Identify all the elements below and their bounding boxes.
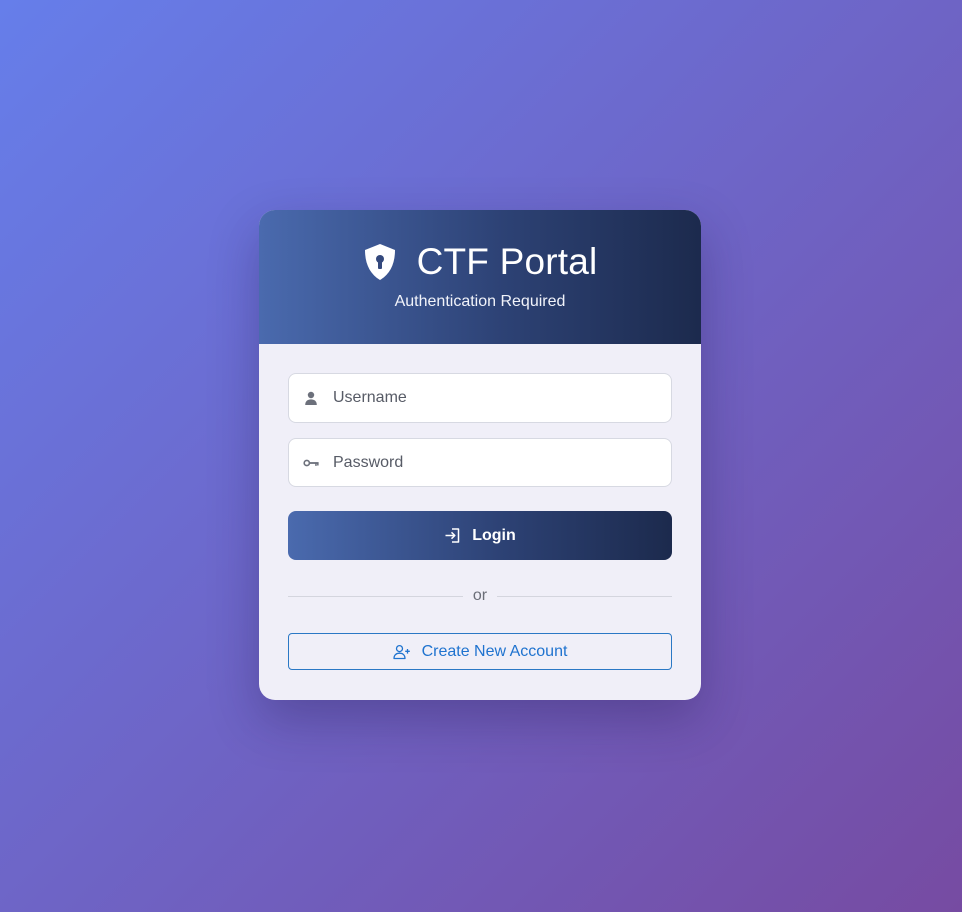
shield-keyhole-icon [363, 243, 397, 281]
username-field [288, 373, 672, 423]
key-icon [303, 455, 319, 471]
divider-line-right [497, 595, 673, 597]
page-subtitle: Authentication Required [394, 293, 566, 310]
user-icon [303, 390, 319, 406]
login-button[interactable]: Login [288, 511, 672, 560]
password-input[interactable] [333, 447, 653, 478]
login-button-label: Login [472, 526, 516, 544]
password-field [288, 438, 672, 487]
divider-line-left [288, 595, 463, 597]
username-input[interactable] [333, 383, 653, 413]
create-account-label: Create New Account [421, 642, 568, 660]
divider-text: or [472, 587, 488, 604]
sign-in-icon [444, 527, 461, 544]
card-header: CTF Portal Authentication Required [259, 210, 701, 344]
login-card: CTF Portal Authentication Required Usern… [259, 210, 701, 700]
page-title: CTF Portal [416, 241, 598, 282]
card-body: Login or Create New Account [259, 344, 701, 700]
brand: CTF Portal [259, 240, 701, 284]
or-divider: or [288, 586, 673, 606]
user-plus-icon [392, 644, 411, 660]
create-account-button[interactable]: Create New Account [288, 633, 672, 670]
